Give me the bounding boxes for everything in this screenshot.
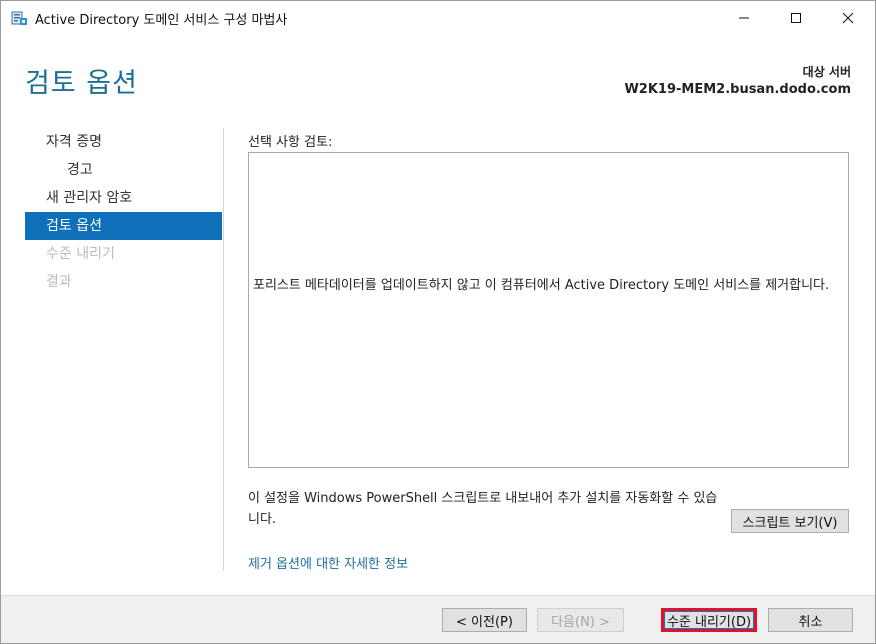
nav-item-warnings[interactable]: 경고	[25, 156, 222, 184]
review-label: 선택 사항 검토:	[248, 135, 333, 150]
target-server-label: 대상 서버	[802, 65, 851, 79]
close-button[interactable]	[825, 1, 871, 35]
wizard-window: Active Directory 도메인 서비스 구성 마법사 검토 옵션 대상…	[0, 0, 876, 644]
nav-item-results: 결과	[46, 274, 72, 290]
more-info-link[interactable]: 제거 옵션에 대한 자세한 정보	[248, 553, 408, 572]
minimize-button[interactable]	[721, 1, 767, 35]
minimize-icon	[739, 17, 749, 19]
nav-item-credentials[interactable]: 자격 증명	[25, 128, 222, 156]
review-summary-text: 포리스트 메타데이터를 업데이트하지 않고 이 컴퓨터에서 Active Dir…	[253, 278, 830, 293]
export-script-text: 이 설정을 Windows PowerShell 스크립트로 내보내어 추가 설…	[248, 491, 718, 527]
target-server-name: W2K19-MEM2.busan.dodo.com	[624, 82, 851, 97]
title-bar: Active Directory 도메인 서비스 구성 마법사	[1, 1, 875, 35]
wizard-nav: 자격 증명 경고 새 관리자 암호 검토 옵션 수준 내리기 결과	[25, 128, 222, 296]
nav-divider	[223, 128, 224, 571]
previous-button[interactable]: < 이전(P)	[442, 608, 527, 632]
view-script-button[interactable]: 스크립트 보기(V)	[731, 509, 849, 533]
nav-item-demotion: 수준 내리기	[46, 246, 115, 262]
maximize-button[interactable]	[773, 1, 819, 35]
window-title: Active Directory 도메인 서비스 구성 마법사	[35, 13, 288, 28]
maximize-icon	[791, 13, 801, 23]
nav-item-review-options[interactable]: 검토 옵션	[25, 212, 222, 240]
review-textbox[interactable]: 포리스트 메타데이터를 업데이트하지 않고 이 컴퓨터에서 Active Dir…	[248, 152, 849, 468]
demote-button[interactable]: 수준 내리기(D)	[661, 608, 757, 632]
footer-bar: < 이전(P) 다음(N) > 수준 내리기(D) 취소	[1, 595, 875, 643]
nav-item-new-admin-password[interactable]: 새 관리자 암호	[25, 184, 222, 212]
ad-wizard-icon	[11, 10, 28, 26]
close-icon	[842, 12, 854, 24]
next-button: 다음(N) >	[537, 608, 624, 632]
cancel-button[interactable]: 취소	[768, 608, 853, 632]
page-title: 검토 옵션	[25, 68, 138, 99]
